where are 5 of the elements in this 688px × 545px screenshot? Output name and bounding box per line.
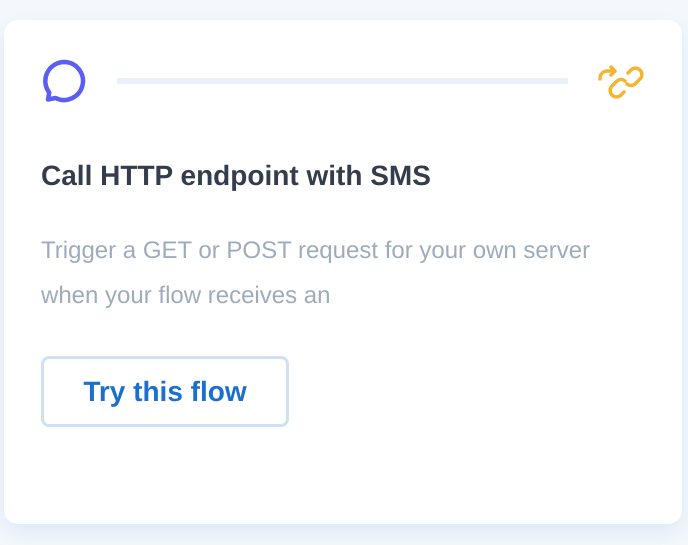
card-title: Call HTTP endpoint with SMS — [41, 159, 432, 193]
chat-bubble-icon — [41, 58, 87, 104]
link-icon — [598, 63, 646, 99]
try-flow-button[interactable]: Try this flow — [41, 356, 289, 427]
card-description: Trigger a GET or POST request for your own server when your flow receives an — [41, 236, 592, 311]
